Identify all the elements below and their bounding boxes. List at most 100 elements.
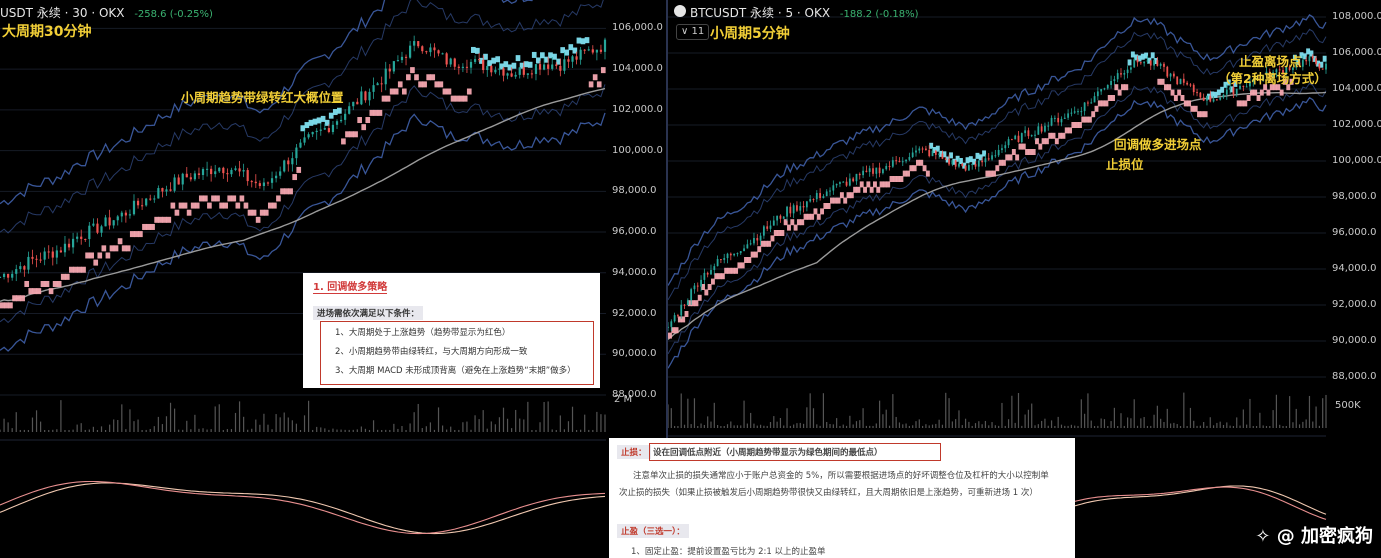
candle-body (571, 56, 574, 62)
candle-body (234, 168, 237, 170)
symbol-header[interactable]: BTCUSDT 永续 · 5 · OKX -188.2 (-0.18%) (690, 4, 919, 21)
trend-band-red (24, 280, 30, 287)
volume-bar (1166, 408, 1168, 428)
volume-bar (756, 425, 758, 428)
candle-body (967, 165, 970, 171)
volume-bar (441, 425, 444, 432)
trend-band-red (995, 165, 1000, 172)
trend-band-red (166, 216, 172, 223)
candle-body (1219, 97, 1222, 100)
candle-body (839, 182, 841, 184)
candle-body (1037, 126, 1040, 135)
volume-bar (1110, 421, 1112, 428)
candle-body (852, 178, 855, 182)
volume-bar (1004, 425, 1006, 428)
candle-body (506, 73, 509, 76)
volume-bar (1189, 407, 1192, 428)
volume-bar (1077, 425, 1079, 428)
candle-body (242, 170, 245, 172)
candle-body (425, 51, 428, 53)
volume-bar (559, 415, 561, 432)
candle-body (845, 181, 848, 186)
take-profit-label: 止盈（三选一）： (617, 524, 689, 538)
price-tick-label: 90,000.0 (1332, 335, 1377, 346)
trend-band-red (284, 188, 289, 195)
trend-band-red (349, 131, 354, 138)
trend-band-red (48, 288, 54, 295)
macd-signal-line (0, 482, 606, 535)
trend-band-red (886, 181, 891, 188)
candle-body (779, 215, 782, 219)
volume-bar (109, 424, 111, 432)
volume-bar (1295, 408, 1297, 428)
candle-body (214, 171, 217, 175)
symbol-header[interactable]: USDT 永续 · 30 · OKX -258.6 (-0.25%) (0, 4, 213, 21)
volume-bar (1067, 425, 1069, 428)
trend-band-red (4, 302, 9, 309)
candle-body (413, 41, 416, 46)
trend-band-red (925, 170, 930, 177)
volume-bar (759, 424, 762, 428)
candle-body (1159, 63, 1162, 66)
trend-band-red (588, 81, 594, 88)
volume-bar (991, 422, 993, 428)
price-tick-label: 108,000.0 (1332, 11, 1381, 22)
volume-bar (802, 423, 805, 428)
volume-bar (670, 408, 672, 428)
volume-bar (1322, 398, 1324, 428)
candle-body (595, 49, 598, 53)
trend-band-red (1104, 100, 1109, 107)
trend-band-red (1279, 89, 1284, 96)
volume-bar (1017, 393, 1020, 428)
volume-bar (48, 429, 50, 432)
candle-body (815, 193, 818, 200)
trend-band-red (899, 176, 904, 182)
candle-body (380, 83, 383, 85)
candle-body (303, 137, 306, 143)
candle-body (67, 243, 71, 248)
candle-body (327, 128, 330, 133)
candle-body (958, 163, 960, 167)
trend-band-red (992, 170, 996, 177)
trend-band-red (373, 109, 379, 116)
volume-bar (255, 419, 257, 432)
volume-bar (332, 428, 334, 432)
candle-body (352, 101, 355, 107)
volume-bar (1209, 417, 1211, 428)
price-tick-label: 88,000.0 (1332, 371, 1377, 382)
trend-band-red (146, 223, 151, 230)
trend-band-red (239, 195, 245, 202)
interval-badge[interactable]: ∨ 11 (676, 24, 710, 40)
candle-body (583, 49, 586, 51)
trend-band-red (600, 67, 606, 74)
volume-bar (730, 421, 732, 428)
trend-band-red (1253, 89, 1258, 96)
trend-band-red (684, 311, 689, 317)
trend-band-red (227, 195, 233, 202)
trend-band-red (820, 208, 825, 215)
trend-band-red (1114, 84, 1119, 91)
candle-body (547, 64, 550, 69)
trend-band-red (231, 195, 237, 202)
candle-body (1024, 130, 1027, 134)
volume-bar (1308, 395, 1311, 428)
volume-bar (547, 401, 549, 432)
volume-bar (1024, 414, 1026, 428)
volume-bar (31, 417, 34, 432)
volume-bar (263, 413, 265, 432)
candle-body (205, 168, 209, 170)
volume-bar (978, 421, 980, 428)
volume-bar (984, 420, 987, 428)
volume-bar (1156, 405, 1158, 428)
volume-bar (683, 424, 686, 428)
volume-bar (1315, 406, 1317, 428)
candle-body (185, 173, 188, 178)
candle-body (991, 155, 993, 160)
candle-body (1225, 89, 1228, 95)
price-change: -188.2 (-0.18%) (839, 9, 919, 20)
trend-band-red (422, 81, 427, 88)
candle-body (677, 315, 679, 317)
trend-band-red (158, 216, 164, 223)
volume-bar (125, 429, 127, 432)
conditions-box: 1、大周期处于上涨趋势（趋势带显示为红色） 2、小周期趋势带由绿转红，与大周期方… (320, 321, 594, 385)
